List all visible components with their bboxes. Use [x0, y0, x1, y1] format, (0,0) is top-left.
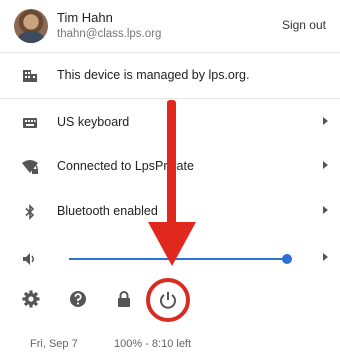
sign-out-button[interactable]: Sign out	[282, 18, 326, 32]
bluetooth-icon	[22, 204, 38, 220]
account-header: Tim Hahn thahn@class.lps.org Sign out	[0, 0, 340, 52]
keyboard-label: US keyboard	[57, 115, 130, 129]
speaker-icon[interactable]	[22, 251, 38, 267]
chevron-right-icon	[323, 117, 328, 125]
settings-icon[interactable]	[21, 289, 43, 311]
keyboard-icon	[22, 115, 38, 131]
system-tray-panel: Tim Hahn thahn@class.lps.org Sign out Th…	[0, 0, 340, 358]
annotation-arrow-head	[148, 222, 196, 266]
building-icon	[22, 68, 38, 84]
avatar	[14, 9, 48, 43]
power-icon[interactable]	[157, 289, 179, 311]
help-icon[interactable]	[68, 289, 90, 311]
managed-device-row[interactable]: This device is managed by lps.org.	[0, 56, 340, 96]
user-email: thahn@class.lps.org	[57, 28, 162, 40]
bluetooth-label: Bluetooth enabled	[57, 204, 158, 218]
volume-slider-handle[interactable]	[282, 254, 292, 264]
chevron-right-icon[interactable]	[323, 253, 328, 261]
battery-status: 100% - 8:10 left	[114, 338, 192, 350]
chevron-right-icon	[323, 206, 328, 214]
managed-device-label: This device is managed by lps.org.	[57, 68, 250, 82]
divider	[0, 52, 340, 53]
wifi-lock-icon	[22, 159, 38, 175]
annotation-arrow-shaft	[167, 100, 176, 228]
date-label: Fri, Sep 7	[30, 338, 78, 350]
chevron-right-icon	[323, 161, 328, 169]
lock-icon[interactable]	[114, 289, 136, 311]
divider	[0, 98, 340, 99]
user-name: Tim Hahn	[57, 10, 113, 25]
